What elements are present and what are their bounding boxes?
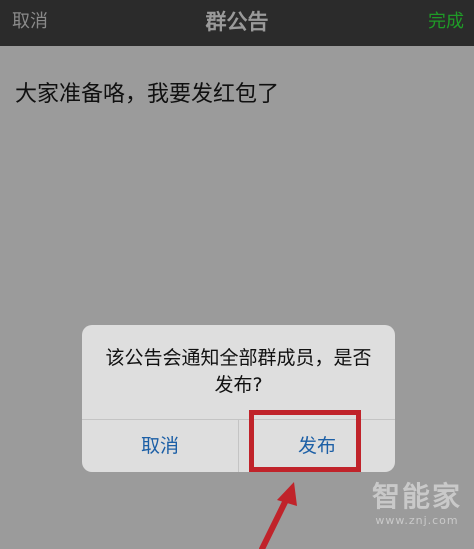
done-button[interactable]: 完成: [428, 10, 464, 34]
watermark-logo: 智能家: [371, 480, 462, 513]
page-title: 群公告: [205, 10, 269, 34]
dialog-message: 该公告会通知全部群成员，是否发布?: [105, 347, 372, 396]
confirm-dialog: 该公告会通知全部群成员，是否发布? 取消 发布: [82, 325, 395, 472]
navbar: 取消 群公告 完成: [0, 0, 474, 46]
watermark: 智能家 www.znj.com: [372, 480, 462, 528]
dialog-cancel-button[interactable]: 取消: [82, 420, 238, 472]
announcement-editor[interactable]: 大家准备咯，我要发红包了: [0, 46, 474, 549]
watermark-url: www.znj.com: [375, 514, 459, 527]
announcement-text[interactable]: 大家准备咯，我要发红包了: [15, 80, 279, 110]
dialog-publish-button[interactable]: 发布: [239, 420, 395, 472]
